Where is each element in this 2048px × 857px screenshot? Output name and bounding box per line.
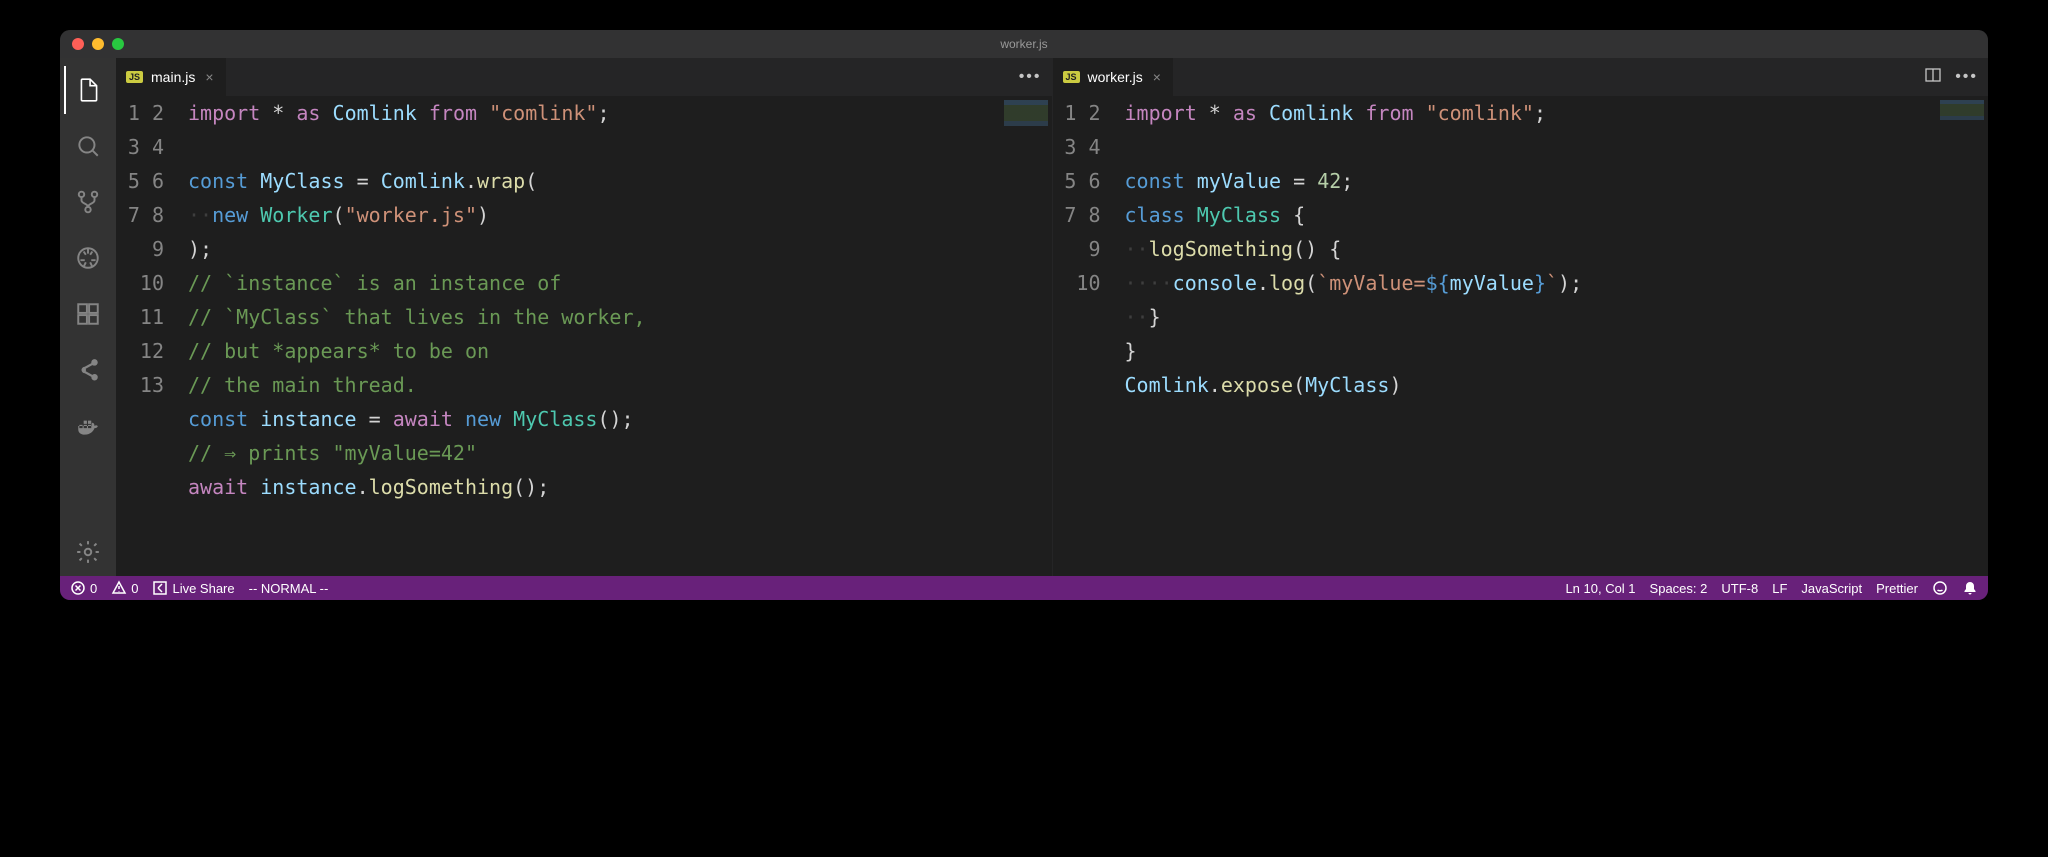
liveshare-label: Live Share: [172, 581, 234, 596]
tab-actions-left: •••: [1009, 58, 1052, 96]
minimap-left[interactable]: [1000, 96, 1052, 576]
minimap-right[interactable]: [1936, 96, 1988, 576]
tab-actions-right: •••: [1915, 58, 1988, 96]
explorer-icon[interactable]: [64, 66, 112, 114]
indentation-label: Spaces: 2: [1650, 581, 1708, 596]
status-notifications-icon[interactable]: [1962, 580, 1978, 596]
editor-group-left: JS main.js × ••• 1 2 3 4 5 6 7 8 9 10 11…: [116, 58, 1052, 576]
more-icon[interactable]: •••: [1019, 68, 1042, 86]
status-language[interactable]: JavaScript: [1801, 581, 1862, 596]
editor-left[interactable]: 1 2 3 4 5 6 7 8 9 10 11 12 13 import * a…: [116, 96, 1052, 576]
activity-bar: [60, 58, 116, 576]
vim-mode-label: -- NORMAL --: [249, 581, 329, 596]
tab-worker-js[interactable]: JS worker.js ×: [1053, 58, 1174, 96]
tab-label: main.js: [151, 69, 195, 85]
status-feedback-icon[interactable]: [1932, 580, 1948, 596]
source-control-icon[interactable]: [64, 178, 112, 226]
status-warnings[interactable]: 0: [111, 580, 138, 596]
titlebar: worker.js: [60, 30, 1988, 58]
gutter-left: 1 2 3 4 5 6 7 8 9 10 11 12 13: [116, 96, 188, 576]
status-liveshare[interactable]: Live Share: [152, 580, 234, 596]
close-icon[interactable]: ×: [203, 69, 215, 85]
warning-count: 0: [131, 581, 138, 596]
split-editor-icon[interactable]: [1925, 67, 1941, 88]
js-file-icon: JS: [1063, 71, 1080, 83]
traffic-lights: [60, 38, 124, 50]
extensions-icon[interactable]: [64, 290, 112, 338]
close-window-button[interactable]: [72, 38, 84, 50]
editor-right[interactable]: 1 2 3 4 5 6 7 8 9 10 import * as Comlink…: [1053, 96, 1989, 576]
status-encoding[interactable]: UTF-8: [1721, 581, 1758, 596]
status-indentation[interactable]: Spaces: 2: [1650, 581, 1708, 596]
close-icon[interactable]: ×: [1151, 69, 1163, 85]
maximize-window-button[interactable]: [112, 38, 124, 50]
status-cursor-position[interactable]: Ln 10, Col 1: [1565, 581, 1635, 596]
editor-group-right: JS worker.js × ••• 1 2 3 4 5 6 7 8 9 10 …: [1052, 58, 1989, 576]
body-row: JS main.js × ••• 1 2 3 4 5 6 7 8 9 10 11…: [60, 58, 1988, 576]
status-eol[interactable]: LF: [1772, 581, 1787, 596]
window-title: worker.js: [1000, 37, 1047, 51]
editor-area: JS main.js × ••• 1 2 3 4 5 6 7 8 9 10 11…: [116, 58, 1988, 576]
status-bar: 0 0 Live Share -- NORMAL -- Ln 10, Col 1…: [60, 576, 1988, 600]
js-file-icon: JS: [126, 71, 143, 83]
vscode-window: worker.js: [60, 30, 1988, 600]
tabbar-right: JS worker.js × •••: [1053, 58, 1989, 96]
encoding-label: UTF-8: [1721, 581, 1758, 596]
minimize-window-button[interactable]: [92, 38, 104, 50]
status-vim-mode: -- NORMAL --: [249, 581, 329, 596]
tabbar-left: JS main.js × •••: [116, 58, 1052, 96]
eol-label: LF: [1772, 581, 1787, 596]
status-formatter[interactable]: Prettier: [1876, 581, 1918, 596]
docker-icon[interactable]: [64, 402, 112, 450]
code-right[interactable]: import * as Comlink from "comlink"; cons…: [1125, 96, 1937, 576]
code-left[interactable]: import * as Comlink from "comlink"; cons…: [188, 96, 1000, 576]
search-icon[interactable]: [64, 122, 112, 170]
cursor-position: Ln 10, Col 1: [1565, 581, 1635, 596]
tab-main-js[interactable]: JS main.js ×: [116, 58, 227, 96]
error-count: 0: [90, 581, 97, 596]
status-errors[interactable]: 0: [70, 580, 97, 596]
debug-icon[interactable]: [64, 234, 112, 282]
gutter-right: 1 2 3 4 5 6 7 8 9 10: [1053, 96, 1125, 576]
settings-gear-icon[interactable]: [64, 528, 112, 576]
language-label: JavaScript: [1801, 581, 1862, 596]
liveshare-icon[interactable]: [64, 346, 112, 394]
formatter-label: Prettier: [1876, 581, 1918, 596]
more-icon[interactable]: •••: [1955, 68, 1978, 86]
tab-label: worker.js: [1088, 69, 1143, 85]
